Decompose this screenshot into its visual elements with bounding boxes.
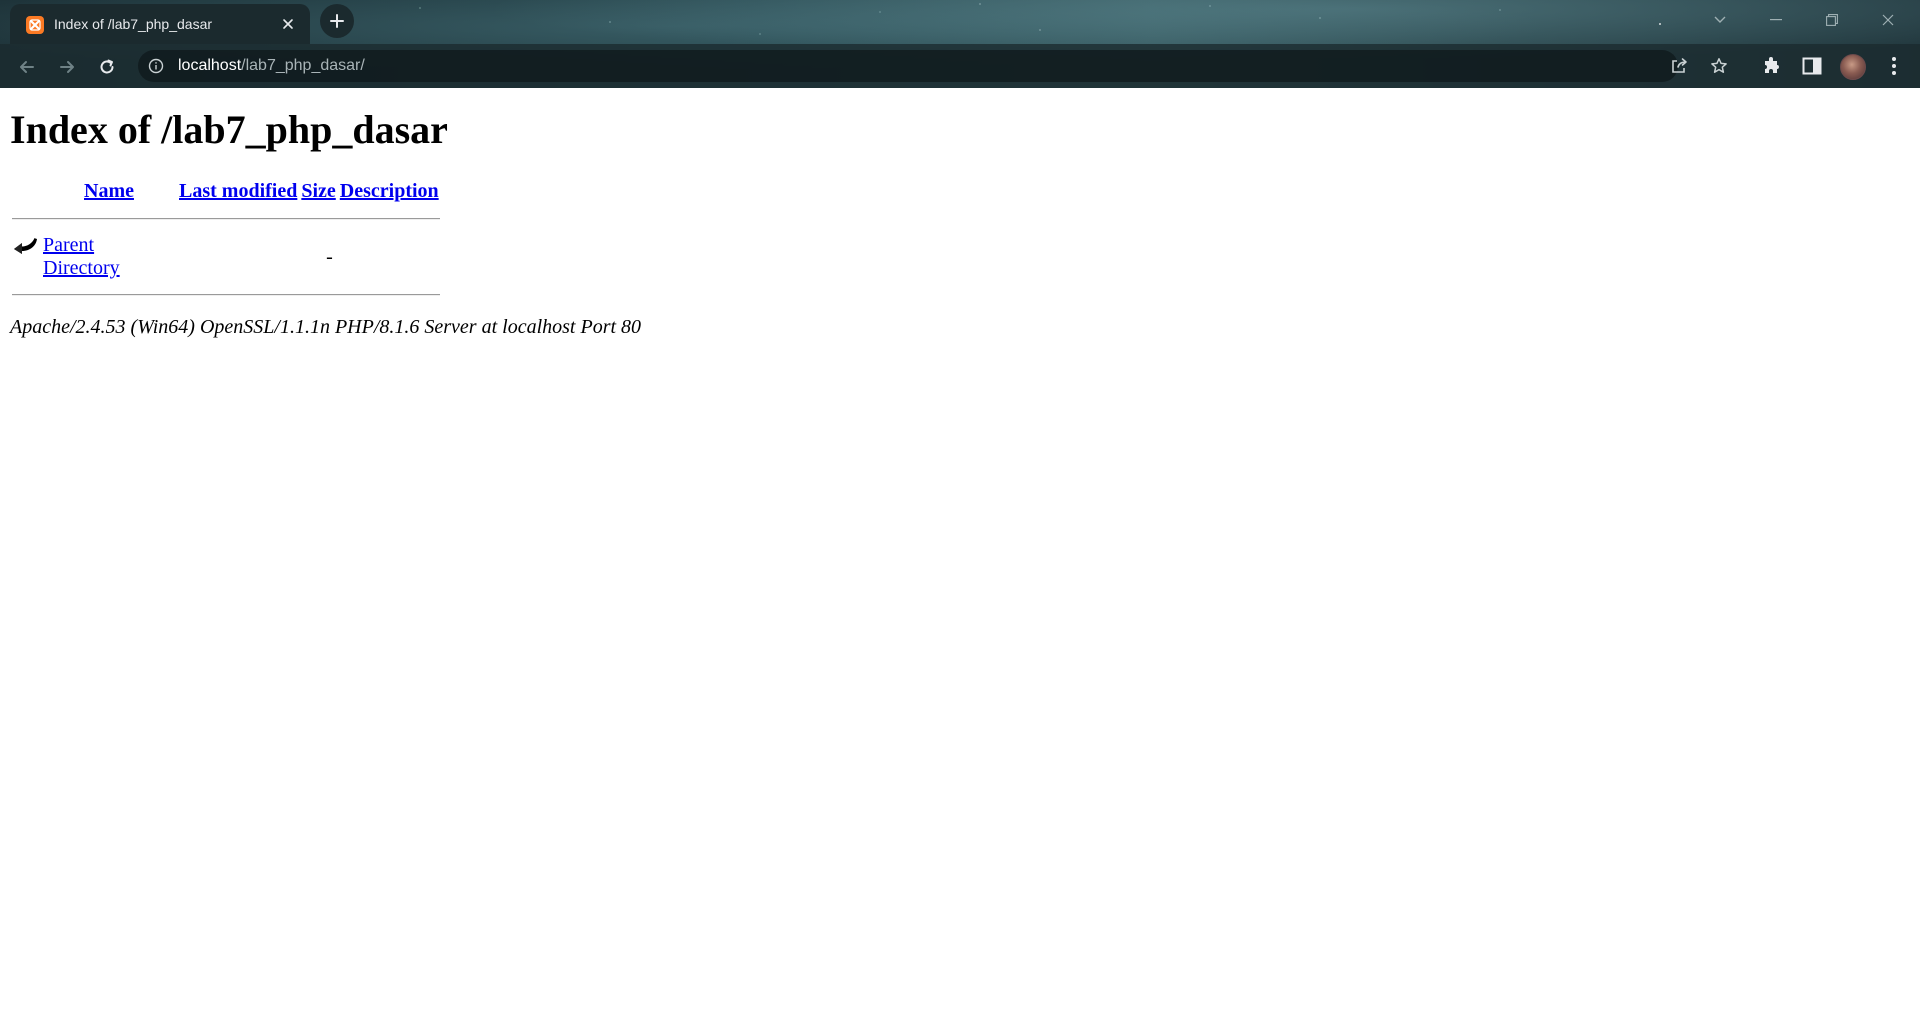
close-icon[interactable] <box>280 16 296 32</box>
row-size-cell: - <box>326 245 333 268</box>
minimize-icon <box>1770 19 1782 21</box>
table-row: Parent Directory - <box>12 234 440 280</box>
row-name-cell: Parent Directory <box>42 234 176 280</box>
tab-title: Index of /lab7_php_dasar <box>54 16 213 32</box>
row-last-modified-cell <box>178 234 298 280</box>
back-arrow-icon <box>14 237 37 254</box>
header-last-modified: Last modified <box>178 178 298 204</box>
plus-icon <box>330 14 344 28</box>
restore-icon <box>1826 14 1838 26</box>
server-signature: Apache/2.4.53 (Win64) OpenSSL/1.1.1n PHP… <box>10 316 642 338</box>
url-path: /lab7_php_dasar/ <box>241 57 365 74</box>
back-button[interactable] <box>12 52 42 82</box>
divider-cell <box>12 206 440 232</box>
header-name: Name <box>42 178 176 204</box>
address-bar[interactable]: localhost/lab7_php_dasar/ <box>138 50 1727 82</box>
browser-tab[interactable]: Index of /lab7_php_dasar <box>10 4 310 44</box>
avatar[interactable] <box>1840 54 1866 80</box>
divider <box>12 294 440 296</box>
divider-row <box>12 206 440 232</box>
header-description: Description <box>339 178 440 204</box>
url-host: localhost <box>178 57 242 74</box>
directory-listing-table: Name Last modified Size Description Pare… <box>10 176 442 310</box>
star-icon[interactable] <box>1710 57 1728 75</box>
browser-toolbar: localhost/lab7_php_dasar/ <box>0 44 1920 88</box>
page-title: Index of /lab7_php_dasar <box>10 107 448 152</box>
row-description-cell <box>339 234 440 280</box>
xampp-icon <box>26 16 44 34</box>
extensions-icon[interactable] <box>1760 54 1784 78</box>
sort-by-name-link[interactable]: Name <box>84 180 134 202</box>
address-url[interactable]: localhost/lab7_php_dasar/ <box>178 50 365 82</box>
arrow-right-icon <box>60 61 74 73</box>
chevron-down-icon <box>1714 16 1726 23</box>
restore-button[interactable] <box>1804 0 1860 40</box>
close-window-icon <box>1882 14 1894 26</box>
sort-by-last-modified-link[interactable]: Last modified <box>179 180 297 202</box>
arrow-left-icon <box>20 61 34 73</box>
divider <box>12 218 440 220</box>
sort-by-size-link[interactable]: Size <box>301 180 335 202</box>
browser-chrome: Index of /lab7_php_dasar localhost/lab7_… <box>0 0 1920 88</box>
share-icon[interactable] <box>1670 57 1688 75</box>
forward-button[interactable] <box>52 52 82 82</box>
minimize-button[interactable] <box>1748 0 1804 40</box>
page-content: Index of /lab7_php_dasar Name Last modif… <box>0 88 1920 1018</box>
sort-by-description-link[interactable]: Description <box>340 180 439 202</box>
kebab-menu-icon[interactable] <box>1882 54 1906 78</box>
tab-search-button[interactable] <box>1692 0 1748 40</box>
header-icon-column <box>12 178 40 204</box>
reload-button[interactable] <box>92 52 122 82</box>
header-size: Size <box>300 178 336 204</box>
parent-directory-link[interactable]: Parent Directory <box>43 234 120 279</box>
row-icon-cell <box>12 234 40 280</box>
info-icon[interactable] <box>148 58 164 74</box>
table-header-row: Name Last modified Size Description <box>12 178 440 204</box>
new-tab-button[interactable] <box>320 4 354 38</box>
divider-row <box>12 282 440 308</box>
reload-icon <box>100 59 114 74</box>
close-window-button[interactable] <box>1860 0 1916 40</box>
divider-cell <box>12 282 440 308</box>
side-panel-icon[interactable] <box>1800 54 1824 78</box>
